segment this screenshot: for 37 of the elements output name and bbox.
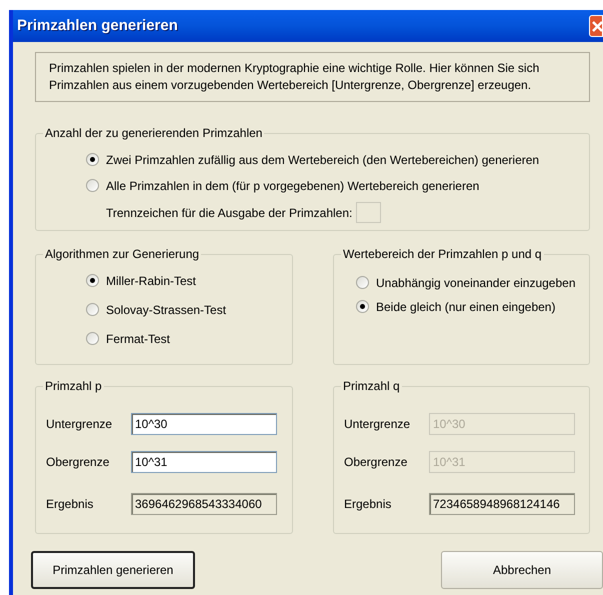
radio-button[interactable]: [86, 179, 99, 192]
dialog-button[interactable]: Primzahlen generieren: [31, 551, 195, 589]
result-field: 3696462968543334060: [131, 493, 277, 515]
field-label: Untergrenze: [46, 416, 114, 432]
radio-label: Solovay-Strassen-Test: [106, 302, 226, 318]
radio-label: Fermat-Test: [106, 331, 170, 347]
group-title: Wertebereich der Primzahlen p und q: [341, 246, 544, 262]
field-label: Obergrenze: [344, 454, 408, 470]
dialog-button[interactable]: Abbrechen: [441, 551, 603, 589]
radio-label: Alle Primzahlen in dem (für p vorgegebenen) Wertebereich generieren: [106, 178, 480, 194]
radio-button[interactable]: [86, 153, 99, 166]
window-title: Primzahlen generieren: [17, 16, 178, 36]
radio-button[interactable]: [356, 300, 369, 313]
field-label: Untergrenze: [344, 416, 412, 432]
info-text: Primzahlen aus einem vorzugebenden Wertebereich [Untergrenze, Obergrenze] erzeugen.: [49, 77, 532, 93]
input-field[interactable]: 10^30: [131, 413, 277, 435]
radio-button[interactable]: [86, 274, 99, 287]
field-label: Ergebnis: [46, 496, 94, 512]
radio-button[interactable]: [356, 276, 369, 289]
close-button[interactable]: [589, 15, 603, 37]
group-title: Primzahl p: [43, 378, 104, 394]
group-title: Algorithmen zur Generierung: [43, 246, 202, 262]
result-field: 7234658948968124146: [429, 493, 575, 515]
field-label: Trennzeichen für die Ausgabe der Primzahlen:: [106, 204, 352, 220]
group-title: Anzahl der zu generierenden Primzahlen: [43, 125, 264, 141]
radio-button[interactable]: [86, 332, 99, 345]
close-icon: [592, 20, 602, 32]
radio-label: Unabhängig voneinander einzugeben: [376, 275, 576, 291]
radio-label: Miller-Rabin-Test: [106, 273, 196, 289]
input-field[interactable]: 10^31: [131, 451, 277, 473]
group-title: Primzahl q: [341, 378, 402, 394]
info-text: Primzahlen spielen in der modernen Kryptographie eine wichtige Rolle. Hier können Sie sich: [49, 60, 540, 76]
radio-label: Zwei Primzahlen zufällig aus dem Wertebereich (den Wertebereichen) generieren: [106, 152, 540, 168]
field-label: Obergrenze: [46, 454, 110, 470]
radio-label: Beide gleich (nur einen eingeben): [376, 299, 556, 315]
radio-button[interactable]: [86, 303, 99, 316]
field-label: Ergebnis: [344, 496, 392, 512]
